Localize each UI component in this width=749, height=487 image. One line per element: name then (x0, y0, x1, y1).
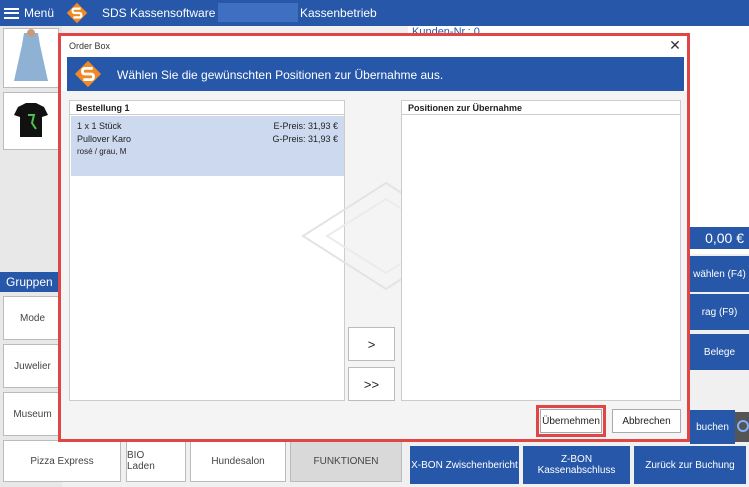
redacted-field (218, 3, 298, 22)
order-list-item[interactable]: 1 x 1 Stück Pullover Karo rosé / grau, M… (71, 116, 344, 176)
product-tile-dress[interactable] (3, 28, 59, 88)
item-variant: rosé / grau, M (77, 147, 127, 156)
move-all-button[interactable]: >> (348, 367, 395, 401)
cancel-button[interactable]: Abbrechen (612, 409, 681, 433)
groups-header: Gruppen (0, 272, 62, 292)
back-to-booking-button[interactable]: Zurück zur Buchung (634, 446, 746, 484)
dialog-instruction: Wählen Sie die gewünschten Positionen zu… (117, 68, 444, 82)
buchen-button[interactable]: buchen (690, 410, 735, 444)
top-bar: Menü SDS Kassensoftware Kassenbetrieb (0, 0, 749, 26)
group-funktionen[interactable]: FUNKTIONEN (290, 440, 402, 482)
select-f4-button[interactable]: wählen (F4) (690, 256, 749, 292)
transfer-list: Positionen zur Übernahme (401, 100, 681, 401)
group-mode[interactable]: Mode (3, 296, 62, 340)
item-total-price: G-Preis: 31,93 € (272, 134, 338, 144)
app-logo-icon (66, 2, 88, 24)
transfer-list-header: Positionen zur Übernahme (402, 101, 680, 115)
mode-title: Kassenbetrieb (300, 6, 377, 20)
hamburger-icon (4, 7, 19, 19)
zbon-button[interactable]: Z-BON Kassenabschluss (523, 446, 630, 484)
group-museum[interactable]: Museum (3, 392, 62, 436)
menu-button[interactable]: Menü (4, 3, 54, 23)
dialog-header: Wählen Sie die gewünschten Positionen zu… (67, 57, 684, 91)
item-unit-price: E-Preis: 31,93 € (273, 121, 338, 131)
zbon-line2: Kassenabschluss (537, 465, 616, 476)
dialog-body: Bestellung 1 1 x 1 Stück Pullover Karo r… (61, 91, 687, 439)
total-amount: 0,00 € (690, 227, 749, 249)
group-juwelier[interactable]: Juwelier (3, 344, 62, 388)
group-hundesalon[interactable]: Hundesalon (190, 440, 286, 482)
xbon-button[interactable]: X-BON Zwischenbericht (410, 446, 519, 484)
close-icon[interactable]: ✕ (667, 37, 683, 53)
group-bio-laden[interactable]: BIO Laden (126, 440, 186, 482)
group-pizza-express[interactable]: Pizza Express (3, 440, 121, 482)
item-name: Pullover Karo (77, 134, 132, 144)
move-selected-button[interactable]: > (348, 327, 395, 361)
belege-button[interactable]: Belege (690, 334, 749, 370)
zbon-line1: Z-BON (560, 454, 593, 465)
dialog-title: Order Box (69, 41, 111, 51)
menu-label: Menü (24, 6, 55, 20)
app-logo-icon (74, 60, 102, 88)
order-box-dialog: Order Box ✕ Wählen Sie die gewünschten P… (58, 33, 690, 442)
dress-image (14, 29, 48, 81)
side-scroll-tab[interactable] (735, 412, 749, 442)
f9-button[interactable]: rag (F9) (690, 294, 749, 330)
product-tile-tshirt[interactable] (3, 92, 59, 150)
item-quantity: 1 x 1 Stück (77, 121, 122, 131)
tshirt-image (14, 103, 48, 137)
accept-button[interactable]: Übernehmen (540, 409, 602, 433)
logo-small-icon (737, 420, 749, 432)
app-title: SDS Kassensoftware (102, 6, 216, 20)
order-list-header: Bestellung 1 (70, 101, 344, 115)
